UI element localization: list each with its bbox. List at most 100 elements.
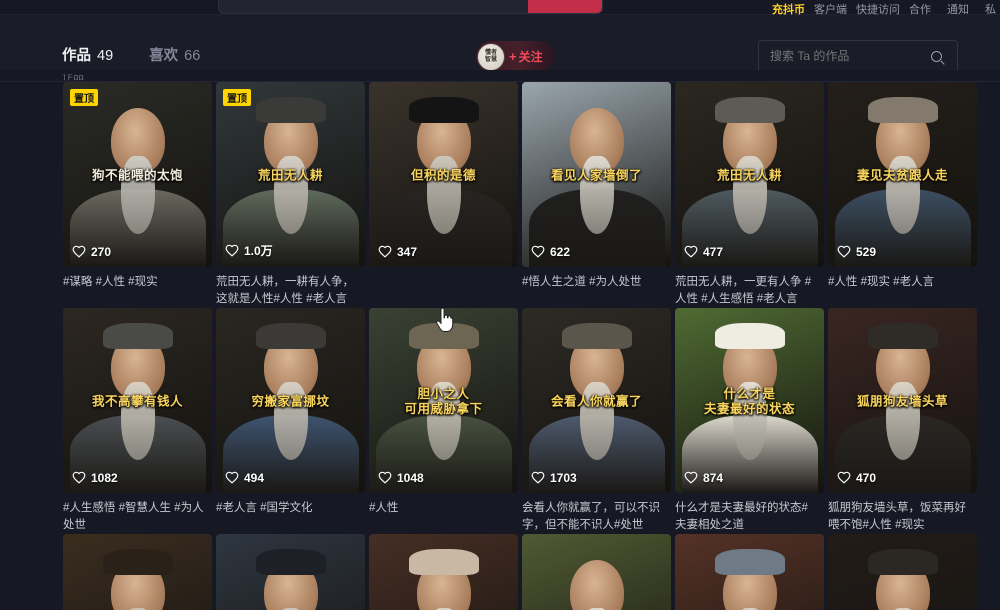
work-card[interactable] <box>675 534 824 610</box>
like-count: 470 <box>856 471 877 485</box>
work-thumbnail[interactable]: 我不高攀有钱人 1082 <box>63 308 212 493</box>
like-count: 529 <box>856 245 877 259</box>
work-thumbnail[interactable] <box>675 534 824 610</box>
work-thumbnail[interactable] <box>828 534 977 610</box>
work-card[interactable] <box>828 534 977 610</box>
work-search-input[interactable] <box>759 49 931 63</box>
work-card[interactable] <box>369 534 518 610</box>
work-card[interactable]: 狐朋狗友墙头草 470 狐朋狗友墙头草，饭菜再好喂不饱#人性 #现实 <box>828 308 977 534</box>
work-caption: #悟人生之道 #为人处世 <box>522 276 642 288</box>
work-card[interactable]: 妻见夫贫跟人走 529 #人性 #现实 #老人言 <box>828 82 977 308</box>
work-thumbnail[interactable] <box>63 534 212 610</box>
work-card[interactable]: 什么才是 夫妻最好的状态 874 什么才是夫妻最好的状态#夫妻相处之道 <box>675 308 824 534</box>
work-thumbnail[interactable]: 看见人家墙倒了 622 <box>522 82 671 267</box>
work-caption: 荒田无人耕，一耕有人争，这就是人性#人性 #老人言 <box>216 276 354 305</box>
heart-outline-icon <box>72 471 86 484</box>
thumbnail-caption-overlay: 穷搬家富挪坟 <box>251 393 330 408</box>
work-card[interactable]: 会看人你就赢了 1703 会看人你就赢了，可以不识字，但不能不识人#处世智… <box>522 308 671 534</box>
work-caption: #人性 <box>369 502 399 514</box>
work-thumbnail[interactable] <box>216 534 365 610</box>
heart-outline-icon <box>531 245 545 258</box>
work-card[interactable]: 看见人家墙倒了 622 #悟人生之道 #为人处世 <box>522 82 671 308</box>
plus-icon: + <box>509 49 517 64</box>
global-search-button[interactable]: 搜索 <box>528 0 602 13</box>
thumbnail-caption-overlay: 什么才是 夫妻最好的状态 <box>703 385 795 416</box>
thumbnail-image <box>369 534 518 610</box>
work-thumbnail[interactable]: 但积的是德 347 <box>369 82 518 267</box>
like-row: 622 <box>531 245 570 259</box>
work-caption: #谋略 #人性 #现实 <box>63 276 158 288</box>
stat-works[interactable]: 作品 49 <box>62 44 113 65</box>
profile-stat-group: 作品 49 喜欢 66 <box>62 44 200 65</box>
work-thumbnail[interactable]: 会看人你就赢了 1703 <box>522 308 671 493</box>
search-icon[interactable] <box>931 50 942 62</box>
work-search-box[interactable] <box>758 40 958 72</box>
heart-outline-icon <box>531 471 545 484</box>
heart-outline-icon <box>378 245 392 258</box>
work-thumbnail[interactable]: 穷搬家富挪坟 494 <box>216 308 365 493</box>
like-count: 347 <box>397 245 418 259</box>
work-caption: 什么才是夫妻最好的状态#夫妻相处之道 <box>675 502 808 531</box>
thumbnail-caption-overlay: 看见人家墙倒了 <box>550 167 642 182</box>
work-card[interactable]: 置顶 狗不能喂的太饱 270 #谋略 #人性 #现实 <box>63 82 212 308</box>
like-count: 477 <box>703 245 724 259</box>
works-feed[interactable]: 置顶 狗不能喂的太饱 270 #谋略 #人性 #现实 置顶荒田无人耕 1.0万荒田无人耕，… <box>0 82 1000 610</box>
work-thumbnail[interactable]: 胆小之人 可用威胁拿下 1048 <box>369 308 518 493</box>
stat-likes[interactable]: 喜欢 66 <box>149 44 200 65</box>
like-count: 494 <box>244 471 265 485</box>
work-thumbnail[interactable]: 置顶 狗不能喂的太饱 270 <box>63 82 212 267</box>
global-search-box[interactable]: 搜索 <box>218 0 603 14</box>
follow-button-label: 关注 <box>518 50 543 64</box>
like-row: 477 <box>684 245 723 259</box>
like-row: 270 <box>72 245 111 259</box>
work-thumbnail[interactable] <box>369 534 518 610</box>
stat-likes-count: 66 <box>184 48 201 64</box>
follow-button[interactable]: 懂者 智慧 + 关注 <box>476 41 554 72</box>
like-count: 270 <box>91 245 112 259</box>
heart-outline-icon <box>837 471 851 484</box>
avatar-line-1: 懂者 <box>484 49 497 56</box>
thumbnail-image <box>216 534 365 610</box>
work-thumbnail[interactable]: 荒田无人耕 477 <box>675 82 824 267</box>
profile-stats-strip: 作品 49 喜欢 66 懂者 智慧 + 关注 <box>0 15 1000 72</box>
like-row: 1703 <box>531 471 577 485</box>
work-card[interactable]: 置顶荒田无人耕 1.0万荒田无人耕，一耕有人争，这就是人性#人性 #老人言 <box>216 82 365 308</box>
work-caption: 狐朋狗友墙头草，饭菜再好喂不饱#人性 #现实 <box>828 502 966 531</box>
avatar-line-2: 智慧 <box>484 56 497 63</box>
pinned-badge: 置顶 <box>223 89 251 106</box>
tab-works[interactable]: 作品 <box>62 74 84 83</box>
thumbnail-caption-overlay: 荒田无人耕 <box>257 167 323 182</box>
work-thumbnail[interactable]: 妻见夫贫跟人走 529 <box>828 82 977 267</box>
global-topbar: 搜索 充抖币 客户端 快捷访问 合作 通知 私 <box>0 0 1000 16</box>
stat-works-label: 作品 <box>62 48 91 64</box>
work-thumbnail[interactable]: 狐朋狗友墙头草 470 <box>828 308 977 493</box>
work-caption: 会看人你就赢了，可以不识字，但不能不识人#处世智… <box>522 502 660 531</box>
work-card[interactable]: 胆小之人 可用威胁拿下 1048 #人性 <box>369 308 518 534</box>
work-thumbnail[interactable]: 置顶荒田无人耕 1.0万 <box>216 82 365 267</box>
work-thumbnail[interactable]: 什么才是 夫妻最好的状态 874 <box>675 308 824 493</box>
works-grid: 置顶 狗不能喂的太饱 270 #谋略 #人性 #现实 置顶荒田无人耕 1.0万荒田无人耕，… <box>0 82 1000 610</box>
work-card[interactable]: 荒田无人耕 477 荒田无人耕，一更有人争 #人性 #人生感悟 #老人言 <box>675 82 824 308</box>
thumbnail-image <box>63 534 212 610</box>
like-count: 1048 <box>397 471 424 485</box>
work-card[interactable]: 穷搬家富挪坟 494 #老人言 #国学文化 <box>216 308 365 534</box>
like-row: 470 <box>837 471 876 485</box>
heart-outline-icon <box>72 245 86 258</box>
like-row: 1082 <box>72 471 118 485</box>
like-row: 1.0万 <box>225 242 273 259</box>
work-card[interactable]: 但积的是德 347 <box>369 82 518 308</box>
like-row: 494 <box>225 471 264 485</box>
like-count: 1082 <box>91 471 118 485</box>
thumbnail-caption-overlay: 狐朋狗友墙头草 <box>856 393 948 408</box>
work-thumbnail[interactable] <box>522 534 671 610</box>
work-card[interactable] <box>63 534 212 610</box>
thumbnail-image <box>675 534 824 610</box>
heart-outline-icon <box>684 245 698 258</box>
stat-likes-label: 喜欢 <box>149 48 179 64</box>
work-card[interactable]: 我不高攀有钱人 1082 #人生感悟 #智慧人生 #为人处世 <box>63 308 212 534</box>
work-card[interactable] <box>216 534 365 610</box>
heart-outline-icon <box>225 244 239 257</box>
heart-outline-icon <box>225 471 239 484</box>
work-card[interactable] <box>522 534 671 610</box>
like-count: 874 <box>703 471 724 485</box>
